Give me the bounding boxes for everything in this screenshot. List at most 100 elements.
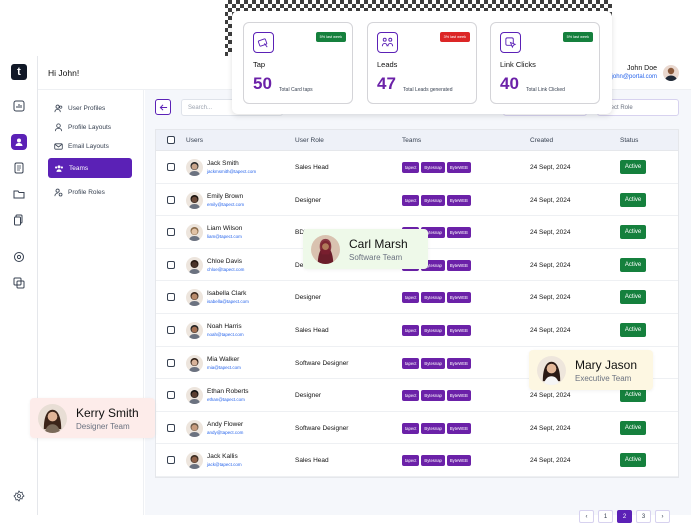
team-tag[interactable]: Bytesnap — [421, 455, 445, 467]
row-checkbox[interactable] — [167, 293, 175, 302]
team-tag[interactable]: Bytesnap — [421, 194, 445, 206]
status-badge[interactable]: Active — [620, 323, 646, 337]
back-button[interactable] — [155, 99, 171, 115]
user-email[interactable]: isabella@tapect.com — [207, 299, 249, 304]
settings-icon[interactable] — [11, 249, 27, 265]
menu-item-profile-layouts[interactable]: Profile Layouts — [48, 118, 132, 136]
stat-caption: Total Card taps — [279, 87, 313, 93]
col-teams: Teams — [402, 137, 422, 144]
profile-name: Kerry Smith — [76, 405, 139, 420]
status-badge[interactable]: Active — [620, 160, 646, 174]
document-icon[interactable] — [11, 160, 27, 176]
select-all-checkbox[interactable] — [167, 136, 175, 144]
row-checkbox[interactable] — [167, 260, 175, 269]
trend-badge: 5% last week — [562, 32, 593, 42]
table-row[interactable]: Noah Harris noah@tapect.com Sales Head tape… — [156, 314, 678, 347]
team-tag[interactable]: tapect — [402, 162, 420, 173]
user-email[interactable]: andy@tapect.com — [207, 430, 243, 435]
team-tag[interactable]: Bytesnap — [421, 390, 445, 402]
layers-icon[interactable] — [11, 275, 27, 291]
next-page-button[interactable]: › — [655, 510, 670, 523]
row-checkbox[interactable] — [167, 195, 175, 204]
user-email[interactable]: liam@tapect.com — [207, 234, 242, 239]
team-tag[interactable]: Bytesnap — [421, 292, 445, 304]
stat-card-link-clicks: 5% last week Link Clicks 40 Total Link C… — [490, 22, 600, 104]
table-row[interactable]: Jack Smith jackmsmith@tapect.com Sales Hea… — [156, 151, 678, 184]
row-checkbox[interactable] — [167, 228, 175, 237]
team-tags: tapectBytesnapByteWEB — [402, 455, 471, 467]
menu-item-profile-roles[interactable]: Profile Roles — [48, 183, 132, 201]
team-tag[interactable]: ByteWEB — [446, 455, 471, 467]
row-checkbox[interactable] — [167, 358, 175, 367]
status-badge[interactable]: Active — [620, 192, 646, 207]
team-tag[interactable]: ByteWEB — [446, 259, 471, 271]
copy-icon[interactable] — [11, 212, 27, 228]
user-email[interactable]: jack@tapect.com — [207, 462, 242, 467]
user-icon[interactable] — [11, 134, 27, 150]
user-role: Designer — [295, 294, 322, 302]
team-tag[interactable]: Bytesnap — [421, 325, 445, 336]
user-email[interactable]: chloe@tapect.com — [207, 267, 244, 272]
page-3-button[interactable]: 3 — [636, 510, 651, 523]
user-email[interactable]: mia@tapect.com — [207, 365, 241, 370]
status-badge[interactable]: Active — [620, 290, 646, 305]
created-date: 24 Sept, 2024 — [530, 261, 571, 269]
created-date: 24 Sept, 2024 — [530, 424, 571, 432]
team-tag[interactable]: ByteWEB — [446, 325, 471, 336]
team-tag[interactable]: ByteWEB — [446, 162, 471, 173]
user-email[interactable]: ethan@tapect.com — [207, 397, 245, 402]
menu-item-teams[interactable]: Teams — [48, 158, 132, 178]
team-tag[interactable]: Bytesnap — [421, 357, 445, 369]
team-tag[interactable]: ByteWEB — [446, 390, 471, 402]
avatar — [311, 234, 340, 264]
row-checkbox[interactable] — [167, 163, 175, 171]
row-checkbox[interactable] — [167, 391, 175, 400]
menu-item-email-layouts[interactable]: Email Layouts — [48, 137, 132, 155]
team-tag[interactable]: tapect — [402, 390, 420, 402]
team-tag[interactable]: Bytesnap — [421, 162, 445, 173]
page-1-button[interactable]: 1 — [598, 510, 613, 523]
avatar — [186, 322, 203, 339]
team-tags: tapectBytesnapByteWEB — [402, 194, 471, 206]
team-tag[interactable]: tapect — [402, 455, 420, 467]
user-email[interactable]: emily@tapect.com — [207, 202, 244, 207]
table-row[interactable]: Andy Flower andy@tapect.com Software Desig… — [156, 412, 678, 445]
team-tag[interactable]: ByteWEB — [446, 292, 471, 304]
status-badge[interactable]: Active — [620, 453, 646, 468]
prev-page-button[interactable]: ‹ — [579, 510, 594, 523]
user-email[interactable]: noah@tapect.com — [207, 332, 244, 337]
status-badge[interactable]: Active — [620, 257, 646, 272]
chart-icon[interactable] — [11, 98, 27, 114]
status-badge[interactable]: Active — [620, 420, 646, 435]
team-tag[interactable]: ByteWEB — [446, 357, 471, 369]
status-badge[interactable]: Active — [620, 225, 646, 240]
team-tag[interactable]: ByteWEB — [446, 422, 471, 434]
team-tag[interactable]: tapect — [402, 422, 420, 434]
avatar[interactable] — [663, 65, 679, 81]
status-badge[interactable]: Active — [620, 388, 646, 403]
users-icon — [54, 104, 63, 112]
table-row[interactable]: Isabella Clark isabella@tapect.com Designe… — [156, 281, 678, 314]
user-name: Isabella Clark — [207, 290, 247, 298]
folder-icon[interactable] — [11, 186, 27, 202]
row-checkbox[interactable] — [167, 456, 175, 465]
row-checkbox[interactable] — [167, 326, 175, 334]
team-tag[interactable]: ByteWEB — [446, 194, 471, 206]
team-tag[interactable]: ByteWEB — [446, 227, 471, 239]
team-tag[interactable]: Bytesnap — [421, 422, 445, 434]
team-tag[interactable]: tapect — [402, 325, 420, 336]
row-checkbox[interactable] — [167, 423, 175, 432]
team-tag[interactable]: tapect — [402, 357, 420, 369]
avatar — [186, 224, 203, 242]
gear-icon[interactable] — [11, 488, 27, 504]
table-row[interactable]: Jack Kallis jack@tapect.com Sales Head tape… — [156, 444, 678, 477]
user-email[interactable]: jackmsmith@tapect.com — [207, 169, 256, 174]
table-row[interactable]: Emily Brown emily@tapect.com Designer tapec… — [156, 184, 678, 217]
mail-icon — [54, 142, 63, 150]
user-name: Emily Brown — [207, 192, 244, 200]
team-tag[interactable]: tapect — [402, 194, 420, 206]
user-email: john@portal.com — [611, 74, 657, 80]
menu-item-user-profiles[interactable]: User Profiles — [48, 99, 132, 117]
page-2-button[interactable]: 2 — [617, 510, 632, 523]
team-tag[interactable]: tapect — [402, 292, 420, 304]
